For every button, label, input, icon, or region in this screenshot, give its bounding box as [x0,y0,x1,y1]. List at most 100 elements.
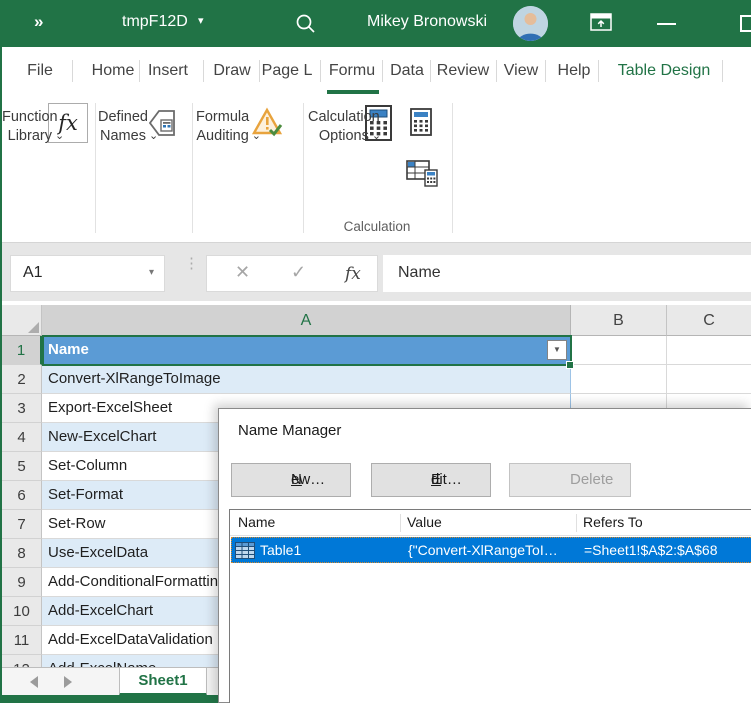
tab-separator [72,60,73,82]
formula-value: Name [398,264,441,281]
tab-review[interactable]: Review [433,47,493,91]
tab-file[interactable]: File [24,47,56,91]
column-header-name[interactable]: Name [238,514,275,530]
insert-function-icon[interactable]: fx [345,264,361,284]
tab-insert[interactable]: Insert [140,47,196,91]
entry-name: Table1 [260,542,302,558]
tab-draw[interactable]: Draw [206,47,258,91]
column-header-a[interactable]: A [42,305,571,336]
ribbon-group-label: Calculation [343,219,411,234]
names-list-header: Name Value Refers To [230,510,751,536]
tab-separator [598,60,599,82]
tab-separator [139,60,140,82]
user-name[interactable]: Mikey Bronowski [367,13,487,31]
title-bar: » tmpF12D ▾ Mikey Bronowski [0,0,751,47]
title-caret-down-icon: ▾ [198,15,204,27]
name-box-caret-down-icon[interactable]: ▾ [149,267,154,278]
select-all-triangle-icon [28,322,39,333]
grid-row: 2 Convert-XlRangeToImage [0,365,751,394]
edit-button[interactable]: Edit… [371,463,491,497]
tab-separator [320,60,321,82]
formula-buttons: ✕ ✓ fx [206,255,378,292]
ribbon-tab-bar: File Home Insert Draw Page L Formu Data … [0,47,751,95]
search-icon[interactable] [294,12,318,36]
name-box[interactable]: A1 ▾ [10,255,165,292]
row-header-10[interactable]: 10 [2,597,42,626]
select-all-corner[interactable] [2,305,42,336]
group-separator [303,103,304,233]
quick-access-overflow-icon[interactable]: » [34,12,44,32]
formula-input[interactable]: Name [383,255,751,292]
tab-home[interactable]: Home [85,47,141,91]
tab-separator [259,60,260,82]
group-separator [192,103,193,233]
row-header-9[interactable]: 9 [2,568,42,597]
column-separator[interactable] [400,514,401,532]
tab-separator [430,60,431,82]
cell-c2[interactable] [667,365,751,394]
tab-table-design[interactable]: Table Design [608,47,720,91]
group-separator [452,103,453,233]
sheet-tab-sheet1[interactable]: Sheet1 [119,668,207,696]
row-header-8[interactable]: 8 [2,539,42,568]
cell-b2[interactable] [571,365,667,394]
sheet-nav-next-icon[interactable] [64,676,72,688]
row-header-1[interactable]: 1 [2,336,42,365]
row-header-7[interactable]: 7 [2,510,42,539]
ribbon-display-options-icon[interactable] [590,13,612,33]
document-title[interactable]: tmpF12D [122,13,188,31]
row-header-3[interactable]: 3 [2,394,42,423]
column-separator[interactable] [576,514,577,532]
tab-separator [545,60,546,82]
cancel-icon[interactable]: ✕ [235,262,250,283]
new-button[interactable]: New… [231,463,351,497]
chevron-down-icon: ⌄ [148,130,159,142]
fill-handle[interactable] [566,361,574,369]
dialog-title: Name Manager [238,422,342,439]
cell-b1[interactable] [571,336,667,365]
row-header-11[interactable]: 11 [2,626,42,655]
tab-page-layout[interactable]: Page L [261,47,313,91]
column-header-c[interactable]: C [667,305,751,336]
grid-row: 1 Name [0,336,751,365]
chevron-down-icon: ⌄ [251,130,262,142]
formula-bar-grip-icon: ⋮ [184,255,199,272]
name-manager-dialog: Name Manager New… Edit… Delete Name Valu… [218,408,751,703]
row-header-6[interactable]: 6 [2,481,42,510]
formula-bar: A1 ▾ ⋮ ✕ ✓ fx Name [0,243,751,301]
row-header-4[interactable]: 4 [2,423,42,452]
tab-separator [203,60,204,82]
tab-data[interactable]: Data [384,47,430,91]
tab-view[interactable]: View [498,47,544,91]
chevron-down-icon: ⌄ [54,130,65,142]
column-header-value[interactable]: Value [407,514,442,530]
cell-c1[interactable] [667,336,751,365]
row-header-5[interactable]: 5 [2,452,42,481]
cell-a2[interactable]: Convert-XlRangeToImage [42,365,571,394]
tab-formulas[interactable]: Formu [323,47,381,91]
column-header-refers-to[interactable]: Refers To [583,514,643,530]
filter-button[interactable]: ▼ [547,340,567,360]
avatar[interactable] [513,6,548,41]
tab-separator [382,60,383,82]
tab-separator [722,60,723,82]
excel-window: » tmpF12D ▾ Mikey Bronowski File Home In… [0,0,751,703]
column-header-b[interactable]: B [571,305,667,336]
active-tab-underline [327,90,379,94]
delete-button[interactable]: Delete [509,463,631,497]
minimize-icon[interactable] [657,23,676,25]
filter-dropdown-icon: ▼ [553,345,561,354]
entry-refers-to: =Sheet1!$A$2:$A$68 [584,542,718,558]
enter-icon[interactable]: ✓ [291,262,306,283]
window-edge [0,47,2,703]
ribbon: fx Function Library ⌄ Defined Names ⌄ Form… [0,95,751,243]
sheet-nav-prev-icon[interactable] [30,676,38,688]
maximize-icon[interactable] [740,15,751,32]
name-entry-row[interactable]: Table1 {"Convert-XlRangeToI… =Sheet1!$A$… [231,537,751,563]
name-box-value: A1 [23,264,43,281]
cell-a1[interactable]: Name [42,336,571,365]
names-list: Name Value Refers To Table1 {"Convert-Xl… [229,509,751,703]
tab-help[interactable]: Help [551,47,597,91]
tab-separator [496,60,497,82]
row-header-2[interactable]: 2 [2,365,42,394]
